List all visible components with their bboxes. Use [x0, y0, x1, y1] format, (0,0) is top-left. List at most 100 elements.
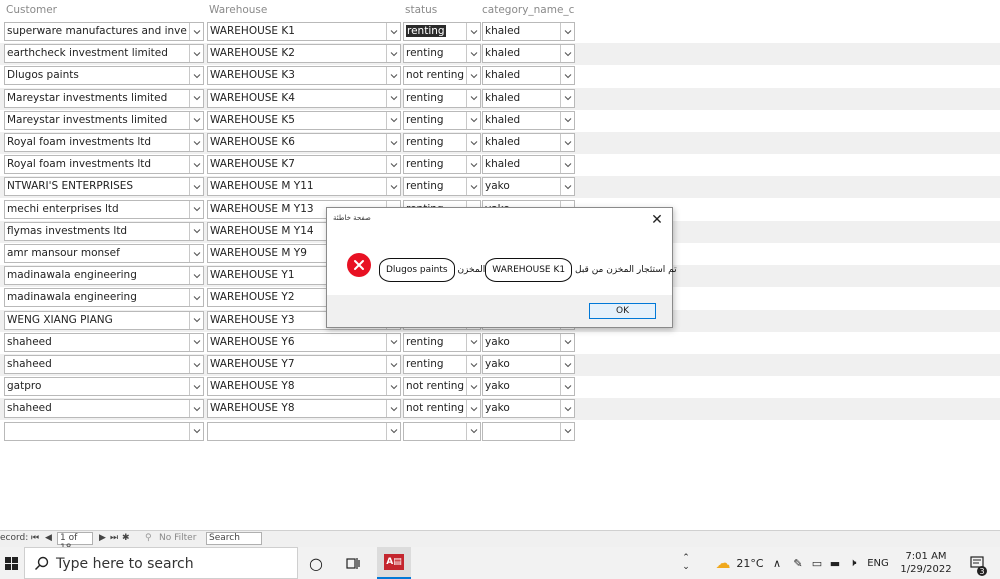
dropdown-arrow-icon[interactable]: [466, 333, 480, 351]
customer-cell[interactable]: [4, 421, 204, 441]
dropdown-arrow-icon[interactable]: [386, 422, 400, 440]
table-row[interactable]: Mareystar investments limited WAREHOUSE K…: [0, 110, 1000, 132]
start-button[interactable]: [0, 547, 22, 579]
category-cell[interactable]: yako: [482, 332, 575, 352]
dropdown-arrow-icon[interactable]: [189, 67, 203, 85]
warehouse-cell[interactable]: [207, 421, 401, 441]
status-cell[interactable]: renting: [403, 155, 481, 175]
dropdown-arrow-icon[interactable]: [189, 111, 203, 129]
clock[interactable]: 7:01 AM 1/29/2022: [896, 547, 956, 579]
dropdown-arrow-icon[interactable]: [189, 311, 203, 329]
table-row[interactable]: Royal foam investments ltd WAREHOUSE K7 re…: [0, 154, 1000, 176]
show-hidden-icons[interactable]: ⌃ ⌄: [680, 547, 692, 579]
dropdown-arrow-icon[interactable]: [560, 422, 574, 440]
close-icon[interactable]: ✕: [648, 211, 666, 229]
dropdown-arrow-icon[interactable]: [386, 67, 400, 85]
customer-cell[interactable]: Dlugos paints: [4, 66, 204, 86]
battery-icon[interactable]: ▬: [828, 547, 842, 579]
task-view-icon[interactable]: [342, 547, 364, 579]
temperature[interactable]: 21°C: [736, 547, 764, 579]
status-cell[interactable]: renting: [403, 110, 481, 130]
status-cell[interactable]: renting: [403, 22, 481, 41]
customer-cell[interactable]: Mareystar investments limited: [4, 88, 204, 108]
dropdown-arrow-icon[interactable]: [189, 422, 203, 440]
category-cell[interactable]: khaled: [482, 133, 575, 152]
dropdown-arrow-icon[interactable]: [466, 23, 480, 40]
ok-button[interactable]: OK: [589, 303, 656, 319]
warehouse-cell[interactable]: WAREHOUSE K6: [207, 133, 401, 152]
customer-cell[interactable]: mechi enterprises ltd: [4, 199, 204, 219]
category-cell[interactable]: khaled: [482, 44, 575, 64]
dropdown-arrow-icon[interactable]: [466, 45, 480, 63]
dropdown-arrow-icon[interactable]: [466, 378, 480, 396]
customer-cell[interactable]: shaheed: [4, 332, 204, 352]
volume-muted-icon[interactable]: 🕨: [846, 547, 860, 579]
warehouse-cell[interactable]: WAREHOUSE M Y11: [207, 177, 401, 197]
dropdown-arrow-icon[interactable]: [560, 178, 574, 196]
table-row[interactable]: [0, 421, 1000, 443]
category-cell[interactable]: khaled: [482, 155, 575, 175]
warehouse-cell[interactable]: WAREHOUSE K3: [207, 66, 401, 86]
dropdown-arrow-icon[interactable]: [189, 45, 203, 63]
dropdown-arrow-icon[interactable]: [189, 200, 203, 218]
customer-cell[interactable]: NTWARI'S ENTERPRISES: [4, 177, 204, 197]
table-row[interactable]: NTWARI'S ENTERPRISES WAREHOUSE M Y11 renti…: [0, 176, 1000, 199]
dropdown-arrow-icon[interactable]: [386, 134, 400, 151]
table-row[interactable]: superware manufactures and investm WAREHO…: [0, 21, 1000, 43]
status-cell[interactable]: renting: [403, 44, 481, 64]
weather-icon[interactable]: ☁: [712, 547, 734, 579]
dropdown-arrow-icon[interactable]: [466, 67, 480, 85]
customer-cell[interactable]: Royal foam investments ltd: [4, 155, 204, 175]
column-header-customer[interactable]: Customer: [6, 4, 57, 16]
customer-cell[interactable]: shaheed: [4, 399, 204, 419]
notifications-icon[interactable]: 3: [966, 547, 988, 579]
table-row[interactable]: Mareystar investments limited WAREHOUSE K…: [0, 87, 1000, 110]
category-cell[interactable]: yako: [482, 177, 575, 197]
status-cell[interactable]: renting: [403, 133, 481, 152]
language-indicator[interactable]: ENG: [866, 547, 890, 579]
customer-cell[interactable]: flymas investments ltd: [4, 221, 204, 241]
warehouse-cell[interactable]: WAREHOUSE K1: [207, 22, 401, 41]
dropdown-arrow-icon[interactable]: [189, 156, 203, 174]
dropdown-arrow-icon[interactable]: [189, 89, 203, 107]
dropdown-arrow-icon[interactable]: [466, 356, 480, 373]
customer-cell[interactable]: amr mansour monsef: [4, 244, 204, 263]
dropdown-arrow-icon[interactable]: [386, 156, 400, 174]
warehouse-cell[interactable]: WAREHOUSE K7: [207, 155, 401, 175]
table-row[interactable]: shaheed WAREHOUSE Y7 renting yako: [0, 354, 1000, 376]
dropdown-arrow-icon[interactable]: [560, 156, 574, 174]
warehouse-cell[interactable]: WAREHOUSE K2: [207, 44, 401, 64]
dropdown-arrow-icon[interactable]: [386, 178, 400, 196]
search-box[interactable]: Search: [206, 532, 262, 545]
dropdown-arrow-icon[interactable]: [189, 267, 203, 285]
status-cell[interactable]: not renting: [403, 399, 481, 419]
dropdown-arrow-icon[interactable]: [386, 89, 400, 107]
status-cell[interactable]: not renting: [403, 377, 481, 397]
first-record-icon[interactable]: ⏮: [31, 533, 39, 543]
category-cell[interactable]: khaled: [482, 110, 575, 130]
filter-icon[interactable]: ⚲: [145, 533, 152, 543]
taskbar-search[interactable]: Type here to search: [24, 547, 298, 579]
customer-cell[interactable]: shaheed: [4, 355, 204, 374]
table-row[interactable]: earthcheck investment limited WAREHOUSE K…: [0, 43, 1000, 66]
warehouse-cell[interactable]: WAREHOUSE K5: [207, 110, 401, 130]
column-header-category[interactable]: category_name_c: [482, 4, 574, 16]
dropdown-arrow-icon[interactable]: [560, 378, 574, 396]
dropdown-arrow-icon[interactable]: [560, 89, 574, 107]
cortana-icon[interactable]: ○: [305, 547, 327, 579]
column-header-warehouse[interactable]: Warehouse: [209, 4, 267, 16]
access-app-icon[interactable]: A▤: [377, 547, 411, 579]
status-cell[interactable]: not renting: [403, 66, 481, 86]
pen-icon[interactable]: ✎: [791, 547, 805, 579]
dropdown-arrow-icon[interactable]: [189, 222, 203, 240]
customer-cell[interactable]: madinawala engineering: [4, 288, 204, 308]
table-row[interactable]: shaheed WAREHOUSE Y8 not renting yako: [0, 398, 1000, 421]
customer-cell[interactable]: WENG XIANG PIANG: [4, 310, 204, 330]
status-cell[interactable]: renting: [403, 88, 481, 108]
table-row[interactable]: Royal foam investments ltd WAREHOUSE K6 re…: [0, 132, 1000, 154]
record-position[interactable]: 1 of 18: [57, 532, 93, 553]
customer-cell[interactable]: Mareystar investments limited: [4, 110, 204, 130]
dropdown-arrow-icon[interactable]: [466, 178, 480, 196]
dropdown-arrow-icon[interactable]: [189, 356, 203, 373]
dropdown-arrow-icon[interactable]: [189, 23, 203, 40]
